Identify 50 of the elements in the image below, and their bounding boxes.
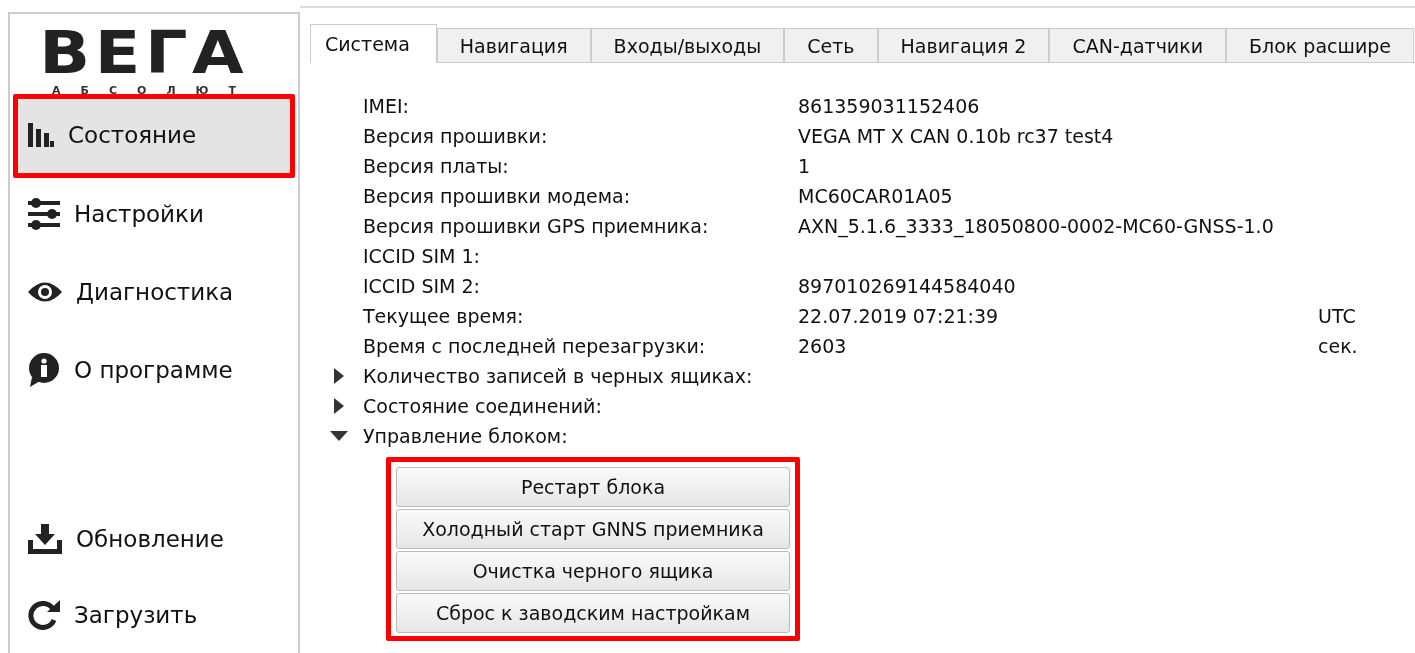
field-label: ICCID SIM 1:	[363, 245, 481, 267]
field-value: 1	[798, 155, 812, 177]
tab[interactable]: Сеть	[784, 28, 878, 62]
action-button[interactable]: Холодный старт GNNS приемника	[396, 509, 790, 549]
tree-item-label: Управление блоком:	[363, 425, 568, 447]
tab[interactable]: Блок расшире	[1226, 28, 1414, 62]
tab[interactable]: Входы/выходы	[590, 28, 785, 62]
sidebar-item[interactable]: Диагностика	[16, 253, 292, 331]
field-label: Версия прошивки GPS приемника:	[363, 215, 710, 237]
sliders-icon	[28, 197, 60, 231]
field-value: 2603	[798, 335, 848, 357]
field-value: 861359031152406	[798, 95, 981, 117]
action-button[interactable]: Очистка черного ящика	[396, 551, 790, 591]
download-icon	[28, 524, 62, 554]
collapsed-arrow-icon[interactable]	[334, 398, 344, 414]
logo-tagline: АБСОЛЮТ	[51, 84, 256, 97]
tree-item-label: Количество записей в черных ящиках:	[363, 365, 753, 387]
field-label: Версия прошивки:	[363, 125, 549, 147]
unit-label: сек.	[1318, 335, 1359, 357]
field-label: Версия прошивки модема:	[363, 185, 632, 207]
sidebar-item[interactable]: О программе	[16, 331, 292, 409]
field-value: AXN_5.1.6_3333_18050800-0002-MC60-GNSS-1.0	[798, 215, 1275, 237]
tab[interactable]: CAN-датчики	[1049, 28, 1227, 62]
collapsed-arrow-icon[interactable]	[334, 368, 344, 384]
info-icon	[28, 353, 60, 387]
tab[interactable]: Навигация 2	[877, 28, 1050, 62]
bar-chart-icon	[28, 123, 54, 147]
logo-wordmark: ВЕГА	[39, 24, 249, 82]
field-value: MC60CAR01A05	[798, 185, 954, 207]
field-label: Версия платы:	[363, 155, 510, 177]
field-label: Время с последней перезагрузки:	[363, 335, 707, 357]
field-label: Текущее время:	[363, 305, 525, 327]
field-label: IMEI:	[363, 95, 410, 117]
sidebar-item[interactable]: Загрузить	[16, 577, 292, 653]
tab[interactable]: Система	[310, 24, 437, 63]
action-button[interactable]: Рестарт блока	[396, 467, 790, 507]
field-value: 22.07.2019 07:21:39	[798, 305, 1000, 327]
sidebar-item[interactable]: Обновление	[16, 501, 292, 577]
reload-icon	[28, 600, 60, 630]
eye-icon	[28, 281, 62, 303]
unit-label: UTC	[1318, 305, 1357, 327]
action-button[interactable]: Сброс к заводским настройкам	[396, 593, 790, 633]
field-label: ICCID SIM 2:	[363, 275, 481, 297]
tree-item-label: Состояние соединений:	[363, 395, 602, 417]
sidebar-item[interactable]: Настройки	[16, 175, 292, 253]
tab[interactable]: Навигация	[436, 28, 591, 62]
expanded-arrow-icon[interactable]	[330, 431, 348, 441]
field-value: 897010269144584040	[798, 275, 1017, 297]
field-value: VEGA MT X CAN 0.10b rc37 test4	[798, 125, 1115, 147]
sidebar-item[interactable]: Состояние	[16, 97, 292, 175]
